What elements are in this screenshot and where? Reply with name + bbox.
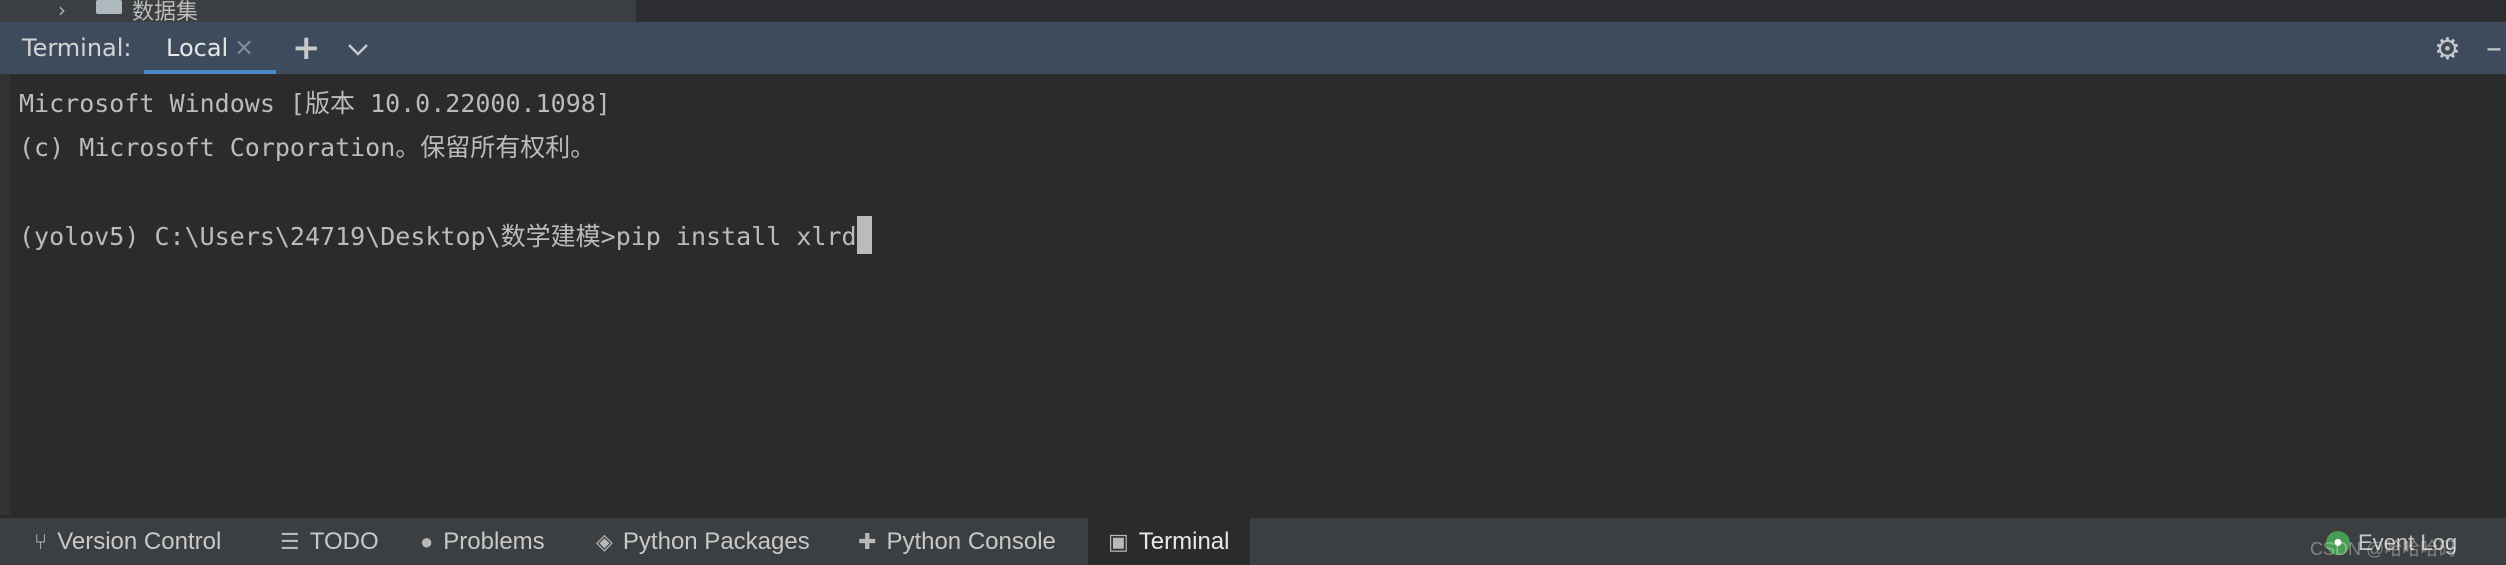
terminal-output[interactable]: Microsoft Windows [版本 10.0.22000.1098] (… — [0, 75, 2506, 515]
warning-icon: ● — [420, 529, 434, 554]
tool-label: Python Packages — [622, 528, 810, 555]
tool-todo[interactable]: ☰ TODO — [280, 518, 379, 565]
folder-icon — [96, 0, 122, 14]
close-icon[interactable]: × — [234, 33, 254, 61]
chevron-down-icon[interactable] — [346, 38, 370, 62]
tool-version-control[interactable]: ⑂ Version Control — [34, 518, 221, 565]
tab-active-indicator — [144, 70, 276, 74]
tool-python-packages[interactable]: ◈ Python Packages — [596, 518, 810, 565]
tool-label: Terminal — [1138, 528, 1230, 555]
tool-label: TODO — [309, 528, 379, 555]
watermark: CSDN @哈哈哈码 — [2310, 539, 2457, 559]
text-cursor — [856, 216, 872, 254]
bottom-toolbar: ⑂ Version Control ☰ TODO ● Problems ◈ Py… — [0, 517, 2506, 565]
terminal-line: (c) Microsoft Corporation。保留所有权利。 — [19, 133, 596, 162]
tool-label: Version Control — [57, 528, 222, 555]
terminal-prompt-line[interactable]: (yolov5) C:\Users\24719\Desktop\数学建模>pip… — [19, 216, 872, 254]
new-tab-button[interactable]: + — [292, 28, 321, 68]
tool-problems[interactable]: ● Problems — [420, 518, 545, 565]
list-icon: ☰ — [280, 529, 300, 554]
branch-icon: ⑂ — [34, 529, 48, 554]
terminal-prompt: (yolov5) C:\Users\24719\Desktop\数学建模> — [19, 222, 616, 251]
project-tree-remnant: › 数据集 — [0, 0, 636, 25]
terminal-title: Terminal: — [22, 34, 132, 62]
layers-icon: ◈ — [596, 529, 613, 554]
tab-label: Local — [166, 34, 229, 62]
minimize-icon[interactable]: – — [2486, 28, 2502, 66]
tool-label: Problems — [443, 528, 545, 555]
terminal-header: Terminal: Local × + ⚙ – — [0, 22, 2506, 75]
terminal-line: Microsoft Windows [版本 10.0.22000.1098] — [19, 89, 611, 118]
gear-icon[interactable]: ⚙ — [2434, 32, 2461, 67]
top-strip: › 数据集 — [0, 0, 2506, 25]
tab-local[interactable]: Local × — [144, 22, 276, 74]
chevron-right-icon[interactable]: › — [58, 0, 66, 22]
tool-terminal[interactable]: ▣ Terminal — [1088, 518, 1250, 565]
terminal-command[interactable]: pip install xlrd — [616, 222, 857, 251]
terminal-icon: ▣ — [1108, 529, 1129, 554]
python-icon: ✚ — [858, 529, 877, 554]
tool-python-console[interactable]: ✚ Python Console — [858, 518, 1056, 565]
tool-label: Python Console — [886, 528, 1056, 555]
